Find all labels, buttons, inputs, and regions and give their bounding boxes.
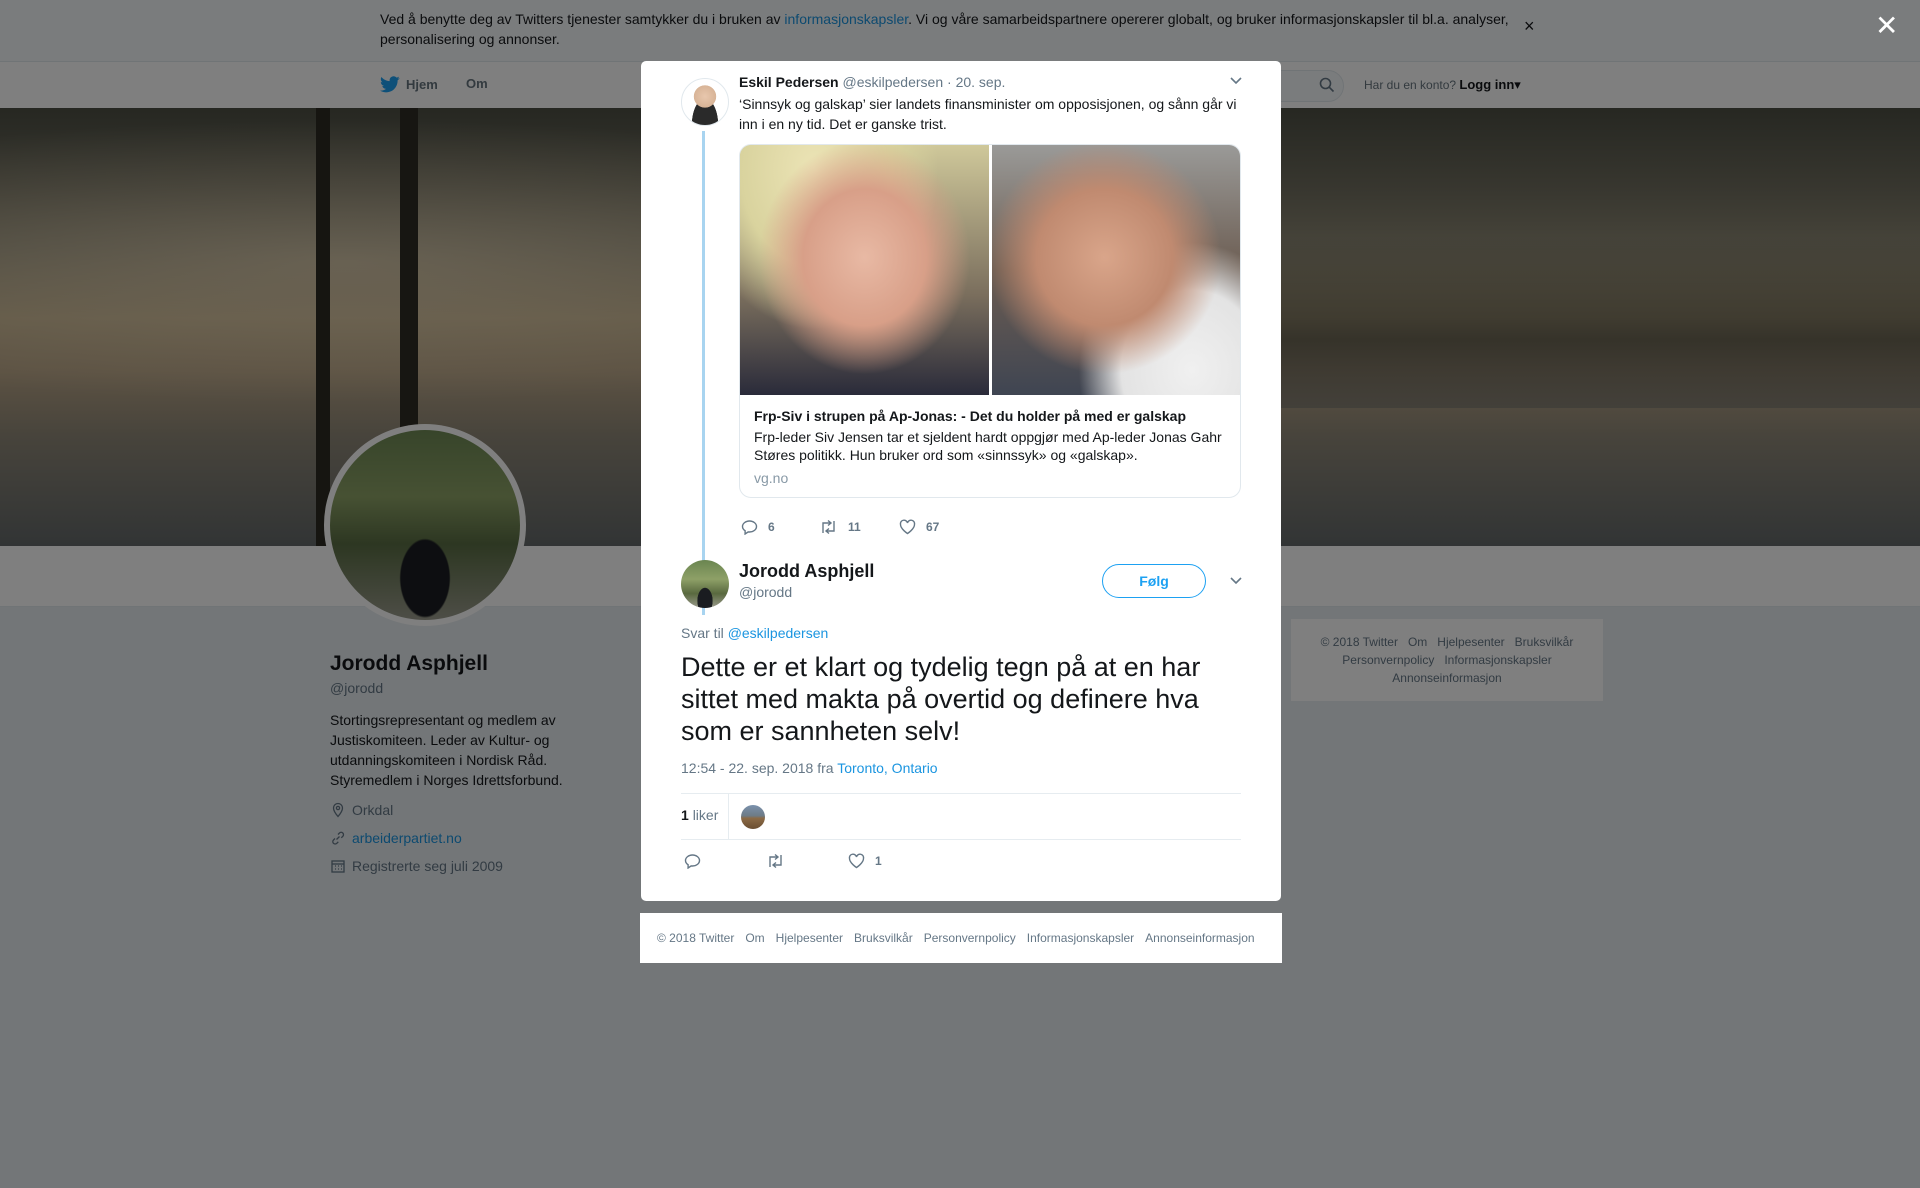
footer-help[interactable]: Hjelpesenter	[776, 931, 843, 945]
footer-about[interactable]: Om	[745, 931, 764, 945]
footer-privacy[interactable]: Personvernpolicy	[924, 931, 1016, 945]
like-button[interactable]: 1	[848, 853, 882, 869]
main-tweet-avatar[interactable]	[681, 560, 729, 608]
heart-icon	[899, 519, 916, 535]
main-tweet-actions: 1	[684, 853, 882, 869]
reply-to-label: Svar til	[681, 625, 724, 641]
footer-terms[interactable]: Bruksvilkår	[854, 931, 913, 945]
parent-tweet-text: ‘Sinnsyk og galskap’ sier landets finans…	[739, 96, 1237, 132]
footer-copyright[interactable]: © 2018 Twitter	[657, 931, 734, 945]
main-tweet-location-link[interactable]: Toronto, Ontario	[837, 760, 937, 776]
main-tweet-text: Dette er et klart og tydelig tegn på at …	[681, 652, 1201, 746]
parent-tweet-author-name[interactable]: Eskil Pedersen	[739, 74, 839, 90]
parent-tweet-header: Eskil Pedersen @eskilpedersen · 20. sep.	[739, 74, 1005, 90]
likes-stat-label: liker	[692, 807, 719, 823]
main-tweet-author-handle[interactable]: @jorodd	[739, 584, 792, 600]
footer-cookies[interactable]: Informasjonskapsler	[1027, 931, 1134, 945]
reply-button[interactable]	[684, 853, 766, 869]
card-title: Frp-Siv i strupen på Ap-Jonas: - Det du …	[754, 408, 1186, 424]
reply-button[interactable]: 6	[741, 519, 819, 535]
likes-stat-count: 1	[681, 807, 689, 823]
follow-button[interactable]: Følg	[1102, 564, 1206, 598]
close-icon[interactable]: ✕	[1875, 12, 1898, 40]
reply-count: 6	[768, 520, 775, 534]
retweet-icon	[822, 519, 835, 535]
link-preview-card[interactable]: Frp-Siv i strupen på Ap-Jonas: - Det du …	[739, 144, 1241, 498]
liker-avatar[interactable]	[741, 805, 765, 829]
retweet-count: 11	[848, 520, 861, 534]
reply-to-context: Svar til @eskilpedersen	[681, 625, 828, 641]
card-description: Frp-leder Siv Jensen tar et sjeldent har…	[754, 429, 1222, 463]
parent-tweet-date[interactable]: · 20. sep.	[947, 74, 1005, 90]
likes-stat[interactable]: 1 liker	[681, 807, 718, 823]
card-image-right-photo	[992, 145, 1240, 395]
card-image-left-photo	[740, 145, 989, 395]
chevron-down-icon[interactable]	[1230, 77, 1242, 85]
reply-icon	[684, 854, 701, 869]
retweet-button[interactable]: 11	[819, 519, 899, 535]
parent-tweet-author-handle[interactable]: @eskilpedersen	[843, 74, 944, 90]
footer-ads[interactable]: Annonseinformasjon	[1145, 931, 1254, 945]
retweet-button[interactable]	[766, 853, 848, 869]
stats-divider	[728, 794, 729, 839]
card-domain: vg.no	[754, 470, 789, 486]
card-image	[740, 145, 1240, 395]
conversation-thread-line	[702, 131, 705, 615]
parent-tweet-actions: 6 11 67	[741, 519, 939, 535]
parent-tweet-avatar[interactable]	[681, 78, 729, 126]
main-tweet-metadata: 12:54 - 22. sep. 2018 fra Toronto, Ontar…	[681, 760, 938, 776]
retweet-icon	[769, 853, 782, 869]
tweet-permalink-modal: Eskil Pedersen @eskilpedersen · 20. sep.…	[641, 61, 1281, 901]
reply-to-handle-link[interactable]: @eskilpedersen	[728, 625, 829, 641]
like-button[interactable]: 67	[899, 519, 939, 535]
heart-icon	[848, 853, 865, 869]
modal-footer: © 2018 Twitter Om Hjelpesenter Bruksvilk…	[640, 913, 1282, 963]
like-count: 1	[875, 854, 882, 868]
tweet-stats: 1 liker	[681, 793, 1241, 840]
main-tweet-author-name[interactable]: Jorodd Asphjell	[739, 561, 874, 582]
like-count: 67	[926, 520, 940, 534]
main-tweet-timestamp: 12:54 - 22. sep. 2018 fra	[681, 760, 834, 776]
reply-icon	[741, 520, 758, 535]
chevron-down-icon[interactable]	[1230, 577, 1242, 585]
